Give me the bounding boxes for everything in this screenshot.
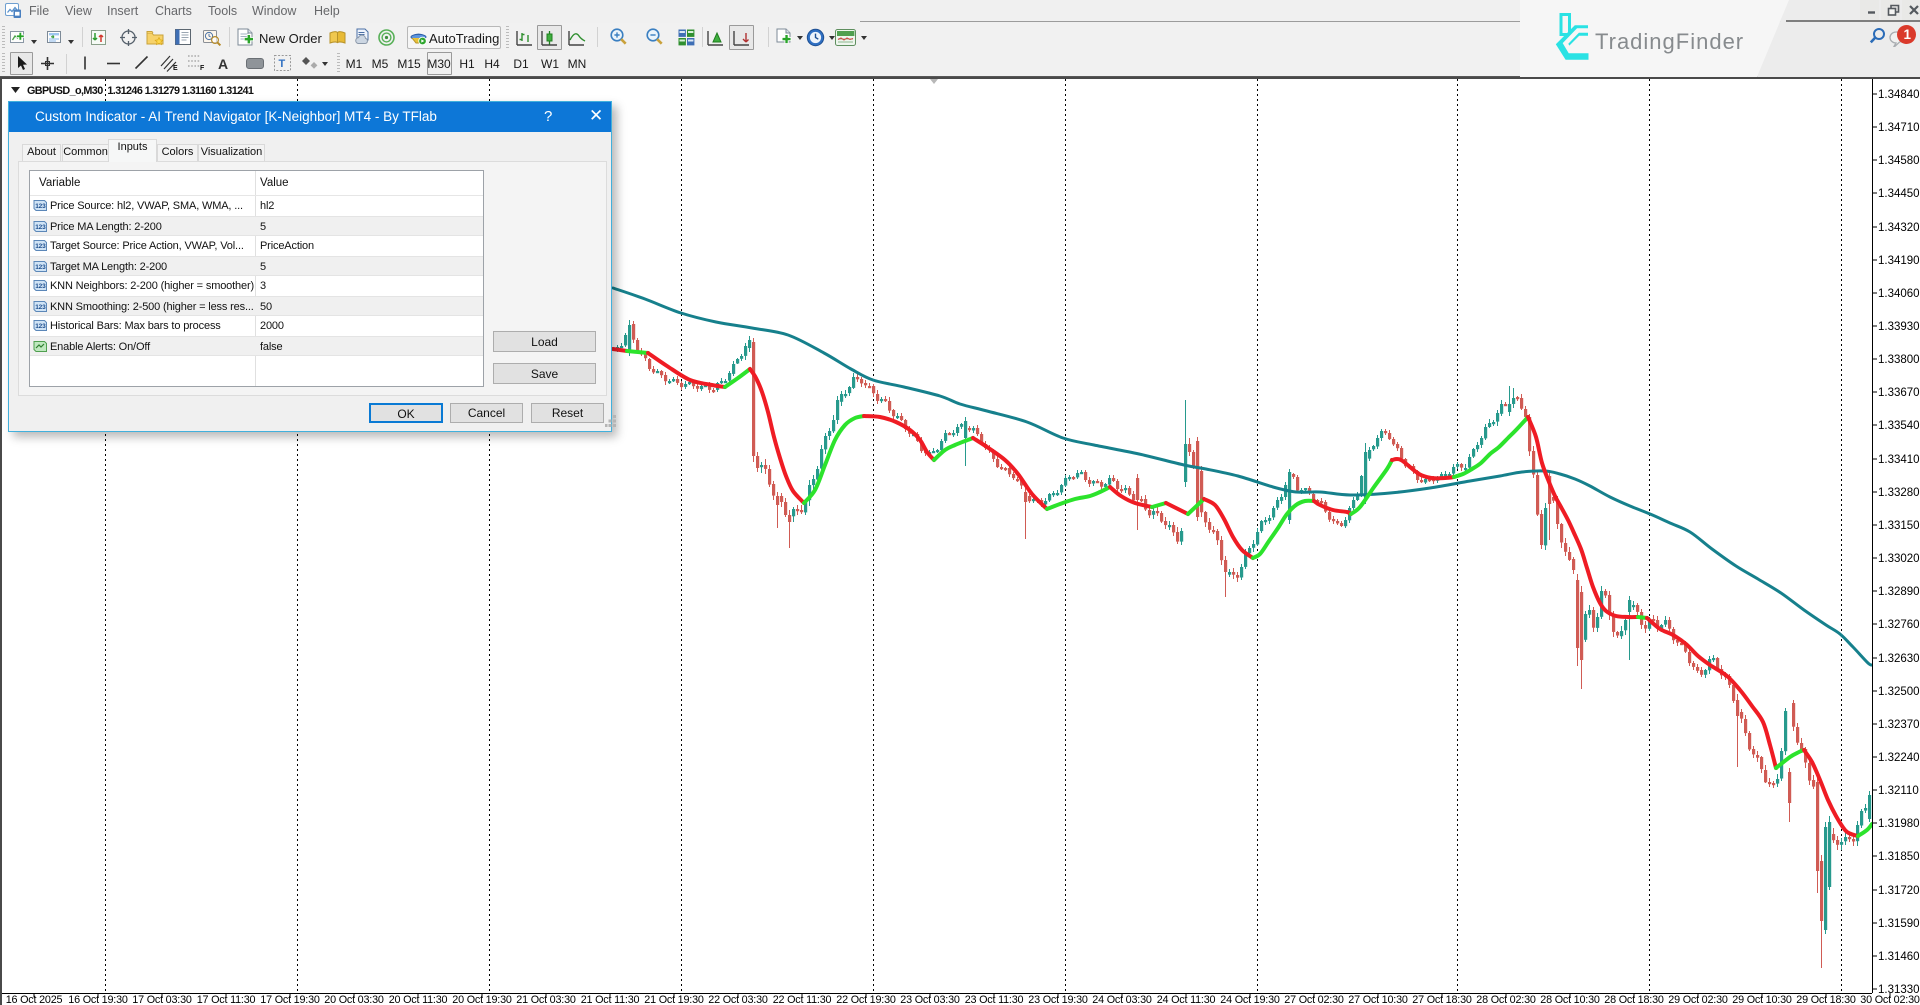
- svg-text:1.31850: 1.31850: [1878, 851, 1920, 863]
- svg-text:1.34710: 1.34710: [1878, 122, 1920, 134]
- svg-text:1.31590: 1.31590: [1878, 918, 1920, 930]
- svg-text:1.32760: 1.32760: [1878, 619, 1920, 631]
- svg-text:1.33670: 1.33670: [1878, 387, 1920, 399]
- svg-text:1.33800: 1.33800: [1878, 354, 1920, 366]
- svg-text:123: 123: [35, 283, 46, 290]
- svg-text:123: 123: [35, 304, 46, 311]
- svg-text:123: 123: [35, 224, 46, 231]
- svg-text:T: T: [279, 58, 286, 70]
- svg-text:F: F: [200, 65, 205, 72]
- svg-text:1.32240: 1.32240: [1878, 752, 1920, 764]
- svg-text:1.34320: 1.34320: [1878, 222, 1920, 234]
- svg-text:1.33020: 1.33020: [1878, 553, 1920, 565]
- svg-text:1.33280: 1.33280: [1878, 487, 1920, 499]
- svg-text:123: 123: [35, 203, 46, 210]
- svg-text:123: 123: [35, 243, 46, 250]
- svg-text:E: E: [173, 65, 178, 72]
- svg-text:1.32110: 1.32110: [1878, 785, 1919, 797]
- svg-text:123: 123: [35, 323, 46, 330]
- svg-text:1.34060: 1.34060: [1878, 288, 1920, 300]
- svg-text:1.34840: 1.34840: [1878, 89, 1920, 101]
- svg-text:1.31720: 1.31720: [1878, 885, 1920, 897]
- svg-text:1.33410: 1.33410: [1878, 454, 1920, 466]
- svg-text:1.33540: 1.33540: [1878, 420, 1920, 432]
- svg-text:1.33150: 1.33150: [1878, 520, 1920, 532]
- svg-text:1.34450: 1.34450: [1878, 188, 1920, 200]
- svg-text:1.33930: 1.33930: [1878, 321, 1920, 333]
- svg-text:1.32370: 1.32370: [1878, 719, 1920, 731]
- svg-text:1.32890: 1.32890: [1878, 586, 1920, 598]
- svg-text:1.34580: 1.34580: [1878, 155, 1920, 167]
- svg-text:123: 123: [35, 264, 46, 271]
- svg-text:1.31980: 1.31980: [1878, 818, 1920, 830]
- svg-text:1.32500: 1.32500: [1878, 686, 1920, 698]
- svg-text:1.31460: 1.31460: [1878, 951, 1920, 963]
- svg-text:1.34190: 1.34190: [1878, 255, 1920, 267]
- svg-text:1.32630: 1.32630: [1878, 653, 1920, 665]
